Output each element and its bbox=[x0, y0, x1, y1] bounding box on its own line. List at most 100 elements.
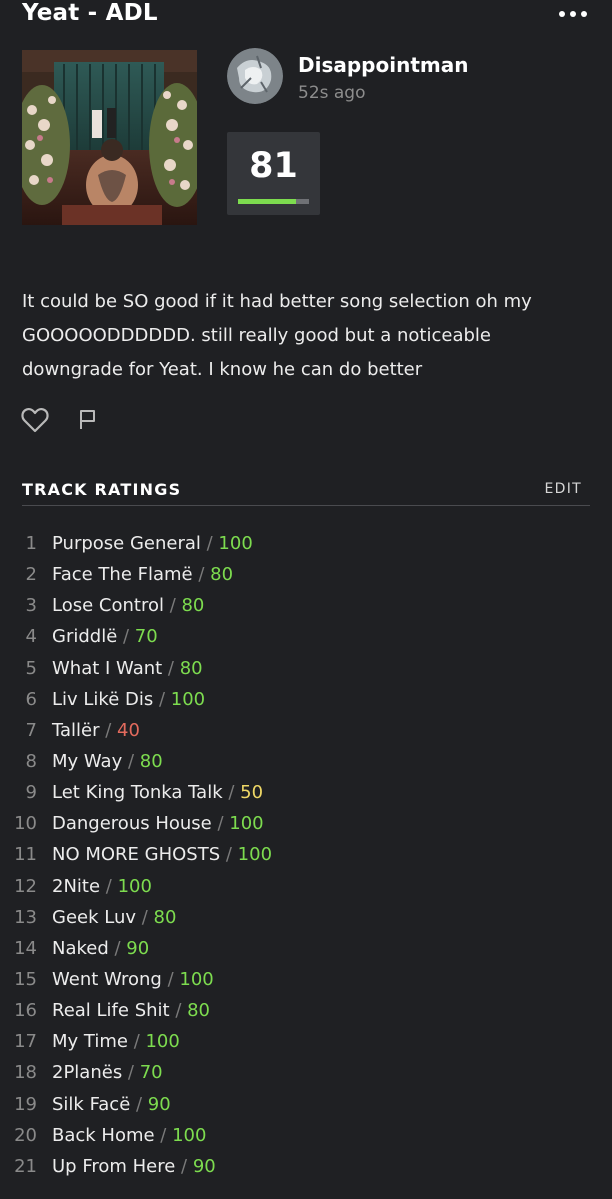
track-rating: 100 bbox=[218, 533, 253, 554]
track-name[interactable]: Dangerous House bbox=[52, 813, 212, 834]
track-name[interactable]: Geek Luv bbox=[52, 907, 136, 928]
track-row[interactable]: 20 Back Home / 100 bbox=[0, 1120, 612, 1151]
track-name[interactable]: 2Planës bbox=[52, 1062, 122, 1083]
score-bar-fill bbox=[238, 199, 296, 204]
rating-separator: / bbox=[163, 595, 182, 617]
track-list: 1 Purpose General / 100 2 Face The Flamë / … bbox=[0, 528, 612, 1182]
track-row[interactable]: 21 Up From Here / 90 bbox=[0, 1151, 612, 1182]
track-rating: 100 bbox=[172, 1124, 207, 1146]
track-name[interactable]: Liv Likë Dis bbox=[52, 689, 153, 710]
rating-separator: / bbox=[222, 782, 241, 804]
rating-separator: / bbox=[162, 657, 180, 679]
rating-separator: / bbox=[161, 968, 180, 990]
track-number: 7 bbox=[25, 719, 37, 741]
track-number: 2 bbox=[25, 564, 37, 586]
track-row[interactable]: 7 Tallër / 40 bbox=[0, 715, 612, 746]
track-rating: 80 bbox=[179, 657, 203, 679]
track-row[interactable]: 1 Purpose General / 100 bbox=[0, 528, 612, 559]
page-title: Yeat - ADL bbox=[22, 0, 158, 26]
track-number: 15 bbox=[14, 968, 37, 990]
track-name[interactable]: Griddlë bbox=[52, 626, 117, 647]
avatar-image bbox=[227, 48, 283, 104]
rating-separator: / bbox=[169, 1000, 188, 1022]
track-rating: 100 bbox=[170, 688, 206, 710]
like-button[interactable] bbox=[21, 407, 49, 433]
track-name[interactable]: 2Nite bbox=[52, 876, 100, 897]
track-name[interactable]: My Time bbox=[52, 1031, 128, 1052]
track-row[interactable]: 12 2Nite / 100 bbox=[0, 871, 612, 902]
track-row[interactable]: 16 Real Life Shit / 80 bbox=[0, 995, 612, 1026]
track-name[interactable]: Up From Here bbox=[52, 1156, 175, 1177]
more-options-button[interactable] bbox=[556, 4, 590, 24]
rating-separator: / bbox=[136, 906, 154, 928]
track-rating: 80 bbox=[139, 750, 163, 772]
track-name[interactable]: NO MORE GHOSTS bbox=[52, 844, 220, 865]
track-row[interactable]: 3 Lose Control / 80 bbox=[0, 590, 612, 621]
track-name[interactable]: Tallër bbox=[52, 720, 100, 741]
rating-separator: / bbox=[99, 719, 118, 741]
track-number: 14 bbox=[14, 937, 37, 959]
track-number: 13 bbox=[14, 906, 37, 928]
track-name[interactable]: Purpose General bbox=[52, 533, 201, 554]
track-name[interactable]: Back Home bbox=[52, 1125, 155, 1146]
track-row[interactable]: 18 2Planës / 70 bbox=[0, 1057, 612, 1088]
album-cover-art bbox=[14, 50, 205, 225]
track-number: 17 bbox=[14, 1031, 37, 1053]
track-name[interactable]: Lose Control bbox=[52, 595, 164, 616]
track-row[interactable]: 9 Let King Tonka Talk / 50 bbox=[0, 777, 612, 808]
track-row[interactable]: 17 My Time / 100 bbox=[0, 1026, 612, 1057]
track-number: 20 bbox=[14, 1124, 37, 1146]
edit-button[interactable]: EDIT bbox=[544, 481, 582, 497]
flag-icon bbox=[80, 410, 95, 429]
track-rating: 100 bbox=[229, 813, 264, 835]
track-name[interactable]: What I Want bbox=[52, 658, 162, 679]
track-row[interactable]: 11 NO MORE GHOSTS / 100 bbox=[0, 839, 612, 870]
score-bar bbox=[238, 199, 309, 204]
track-rating: 100 bbox=[179, 968, 214, 990]
track-row[interactable]: 19 Silk Facë / 90 bbox=[0, 1089, 612, 1120]
track-row[interactable]: 5 What I Want / 80 bbox=[0, 653, 612, 684]
report-button[interactable] bbox=[78, 409, 98, 430]
rating-separator: / bbox=[100, 875, 118, 897]
track-row[interactable]: 4 Griddlë / 70 bbox=[0, 621, 612, 652]
track-number: 19 bbox=[14, 1093, 37, 1115]
rating-separator: / bbox=[154, 1124, 173, 1146]
track-rating: 90 bbox=[192, 1155, 216, 1177]
album-cover-image[interactable] bbox=[14, 50, 205, 225]
rating-separator: / bbox=[108, 937, 127, 959]
track-row[interactable]: 10 Dangerous House / 100 bbox=[0, 808, 612, 839]
track-name[interactable]: Went Wrong bbox=[52, 969, 162, 990]
track-rating: 70 bbox=[134, 626, 158, 648]
track-row[interactable]: 6 Liv Likë Dis / 100 bbox=[0, 684, 612, 715]
track-name[interactable]: Face The Flamë bbox=[52, 564, 193, 585]
track-number: 4 bbox=[25, 626, 37, 648]
track-name[interactable]: Real Life Shit bbox=[52, 1000, 170, 1021]
track-rating: 90 bbox=[147, 1093, 171, 1115]
track-number: 3 bbox=[25, 595, 37, 617]
track-name[interactable]: Silk Facë bbox=[52, 1094, 130, 1115]
track-name[interactable]: Let King Tonka Talk bbox=[52, 782, 223, 803]
rating-separator: / bbox=[192, 564, 211, 586]
review-text: It could be SO good if it had better son… bbox=[22, 291, 532, 380]
track-rating: 50 bbox=[240, 782, 264, 804]
track-row[interactable]: 13 Geek Luv / 80 bbox=[0, 902, 612, 933]
track-row[interactable]: 14 Naked / 90 bbox=[0, 933, 612, 964]
track-rating: 90 bbox=[126, 937, 150, 959]
track-name[interactable]: Naked bbox=[52, 938, 109, 959]
track-name[interactable]: My Way bbox=[52, 751, 122, 772]
score-badge: 81 bbox=[227, 132, 320, 215]
track-row[interactable]: 8 My Way / 80 bbox=[0, 746, 612, 777]
score-value: 81 bbox=[249, 146, 298, 186]
user-avatar[interactable] bbox=[227, 48, 283, 104]
rating-separator: / bbox=[122, 750, 140, 772]
username[interactable]: Disappointman bbox=[298, 53, 468, 77]
track-rating: 80 bbox=[187, 1000, 211, 1022]
rating-separator: / bbox=[153, 688, 171, 710]
track-number: 21 bbox=[14, 1155, 37, 1177]
track-rating: 40 bbox=[117, 719, 140, 741]
track-number: 12 bbox=[14, 875, 37, 897]
track-number: 6 bbox=[25, 688, 37, 710]
track-row[interactable]: 15 Went Wrong / 100 bbox=[0, 964, 612, 995]
track-row[interactable]: 2 Face The Flamë / 80 bbox=[0, 559, 612, 590]
track-ratings-heading: TRACK RATINGS bbox=[22, 480, 182, 499]
